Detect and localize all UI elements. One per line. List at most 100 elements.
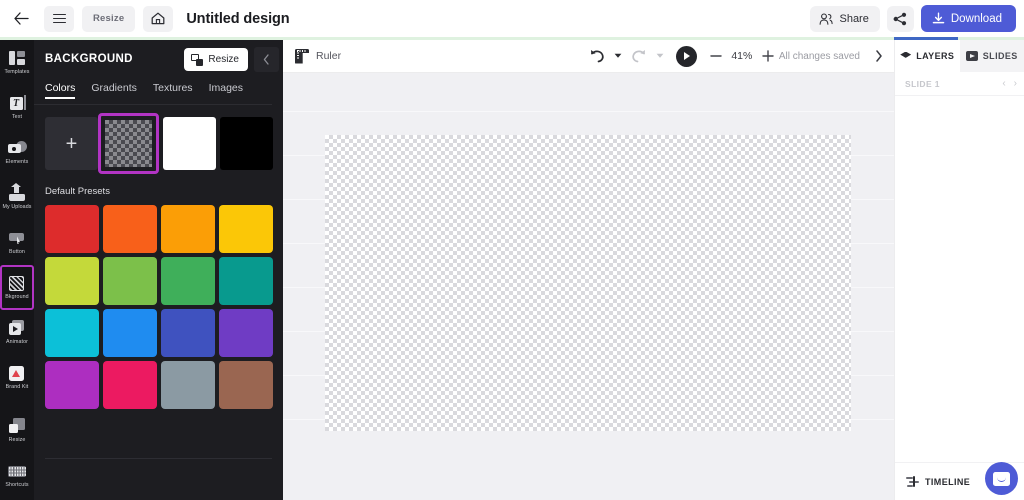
- preset-color-swatch[interactable]: [219, 257, 273, 305]
- chevron-down-icon: [656, 53, 664, 58]
- home-button[interactable]: [143, 5, 174, 32]
- swatch-white[interactable]: [163, 117, 216, 170]
- left-tool-rail: Templates T Text Elements My Uploads But…: [0, 40, 34, 500]
- preset-color-swatch[interactable]: [219, 309, 273, 357]
- preset-color-swatch[interactable]: [103, 257, 157, 305]
- panel-collapse-button[interactable]: [254, 47, 279, 72]
- zoom-controls: 41%: [705, 45, 779, 67]
- download-label: Download: [950, 12, 1002, 25]
- app-root: Resize Untitled design Share Download Te…: [0, 0, 1024, 500]
- swatch-black[interactable]: [220, 117, 273, 170]
- default-presets-grid: [34, 197, 283, 409]
- design-artboard[interactable]: [325, 135, 851, 431]
- timeline-bar: TIMELINE: [895, 462, 1024, 500]
- preset-color-swatch[interactable]: [161, 257, 215, 305]
- right-panel-tabs: LAYERS SLIDES: [895, 40, 1024, 72]
- zoom-level-value[interactable]: 41%: [729, 50, 755, 62]
- home-icon: [151, 12, 165, 25]
- preset-color-swatch[interactable]: [103, 361, 157, 409]
- sidebar-item-resize[interactable]: Resize: [0, 408, 34, 453]
- panel-resize-button[interactable]: Resize: [184, 48, 248, 71]
- header-resize-label: Resize: [93, 13, 125, 24]
- sidebar-item-brand-kit[interactable]: Brand Kit: [0, 355, 34, 400]
- main-menu-button[interactable]: [44, 5, 74, 32]
- ruler-toggle-button[interactable]: Ruler: [283, 48, 341, 64]
- layers-icon: [900, 51, 912, 58]
- share-label: Share: [839, 12, 869, 25]
- button-icon: [8, 229, 27, 248]
- hamburger-menu-icon: [52, 11, 66, 25]
- checkerboard-icon: [105, 120, 152, 167]
- sidebar-item-label: Button: [9, 249, 25, 256]
- social-share-button[interactable]: [886, 5, 914, 32]
- tab-images[interactable]: Images: [209, 82, 243, 99]
- templates-icon: [8, 49, 27, 68]
- share-button[interactable]: Share: [810, 5, 880, 32]
- sidebar-item-elements[interactable]: Elements: [0, 130, 34, 175]
- undo-button[interactable]: [584, 43, 610, 69]
- tab-colors[interactable]: Colors: [45, 82, 76, 99]
- swatch-transparent-selected[interactable]: [98, 113, 159, 174]
- sidebar-item-text[interactable]: T Text: [0, 85, 34, 130]
- sidebar-item-bkground[interactable]: Bkground: [0, 265, 34, 310]
- slide-nav-group: ‹ ›: [1002, 78, 1017, 89]
- left-rail-bottom-group: Resize Shortcuts: [0, 408, 34, 498]
- zoom-in-button[interactable]: [757, 45, 779, 67]
- toolbar-expand-button[interactable]: [868, 50, 890, 62]
- header-actions: Share Download: [810, 0, 1016, 37]
- sidebar-item-button[interactable]: Button: [0, 220, 34, 265]
- preset-color-swatch[interactable]: [161, 361, 215, 409]
- support-chat-button[interactable]: [985, 462, 1018, 495]
- zoom-out-button[interactable]: [705, 45, 727, 67]
- preset-color-swatch[interactable]: [161, 309, 215, 357]
- tab-layers[interactable]: LAYERS: [895, 40, 960, 72]
- save-status-text: All changes saved: [778, 50, 860, 62]
- app-header: Resize Untitled design Share Download: [0, 0, 1024, 37]
- panel-divider: [45, 458, 272, 459]
- preset-color-swatch[interactable]: [219, 205, 273, 253]
- prev-slide-button[interactable]: ‹: [1002, 78, 1005, 89]
- sidebar-item-templates[interactable]: Templates: [0, 40, 34, 85]
- preset-color-swatch[interactable]: [103, 309, 157, 357]
- preview-play-button[interactable]: [675, 45, 697, 67]
- tab-gradients[interactable]: Gradients: [91, 82, 137, 99]
- sidebar-item-label: Resize: [8, 437, 26, 444]
- tab-slides[interactable]: SLIDES: [959, 40, 1024, 72]
- preset-color-swatch[interactable]: [45, 257, 99, 305]
- header-resize-button[interactable]: Resize: [82, 5, 136, 32]
- right-panel: LAYERS SLIDES SLIDE 1 ‹ › TIMELINE: [894, 40, 1024, 500]
- document-title[interactable]: Untitled design: [186, 11, 289, 27]
- preset-color-swatch[interactable]: [45, 361, 99, 409]
- sidebar-item-my-uploads[interactable]: My Uploads: [0, 175, 34, 220]
- timeline-label[interactable]: TIMELINE: [925, 477, 970, 487]
- download-button[interactable]: Download: [920, 5, 1016, 32]
- resize-frames-icon: [191, 53, 204, 66]
- redo-button[interactable]: [626, 43, 652, 69]
- background-panel-header: BACKGROUND Resize: [34, 40, 283, 78]
- sidebar-item-label: Text: [11, 114, 23, 121]
- sidebar-item-animator[interactable]: Animator: [0, 310, 34, 355]
- background-panel-tabs: Colors Gradients Textures Images: [34, 82, 272, 105]
- chat-bubble-icon: [993, 471, 1010, 486]
- add-color-button[interactable]: +: [45, 117, 98, 170]
- background-swatch-row: +: [34, 105, 283, 174]
- animator-icon: [8, 319, 27, 338]
- minus-icon: [710, 55, 722, 57]
- undo-dropdown-button[interactable]: [610, 43, 626, 69]
- next-slide-button[interactable]: ›: [1014, 78, 1017, 89]
- preset-color-swatch[interactable]: [161, 205, 215, 253]
- preset-color-swatch[interactable]: [219, 361, 273, 409]
- redo-dropdown-button[interactable]: [652, 43, 668, 69]
- canvas-workspace[interactable]: [283, 73, 894, 500]
- slide-selector-bar: SLIDE 1 ‹ ›: [895, 72, 1024, 96]
- people-icon: [820, 12, 834, 25]
- share-nodes-icon: [893, 12, 907, 25]
- sidebar-item-shortcuts[interactable]: Shortcuts: [0, 453, 34, 498]
- preset-color-swatch[interactable]: [45, 205, 99, 253]
- arrow-left-icon: [13, 12, 29, 25]
- preset-color-swatch[interactable]: [103, 205, 157, 253]
- preset-color-swatch[interactable]: [45, 309, 99, 357]
- resize-icon: [8, 417, 27, 436]
- back-button[interactable]: [6, 4, 36, 34]
- tab-textures[interactable]: Textures: [153, 82, 193, 99]
